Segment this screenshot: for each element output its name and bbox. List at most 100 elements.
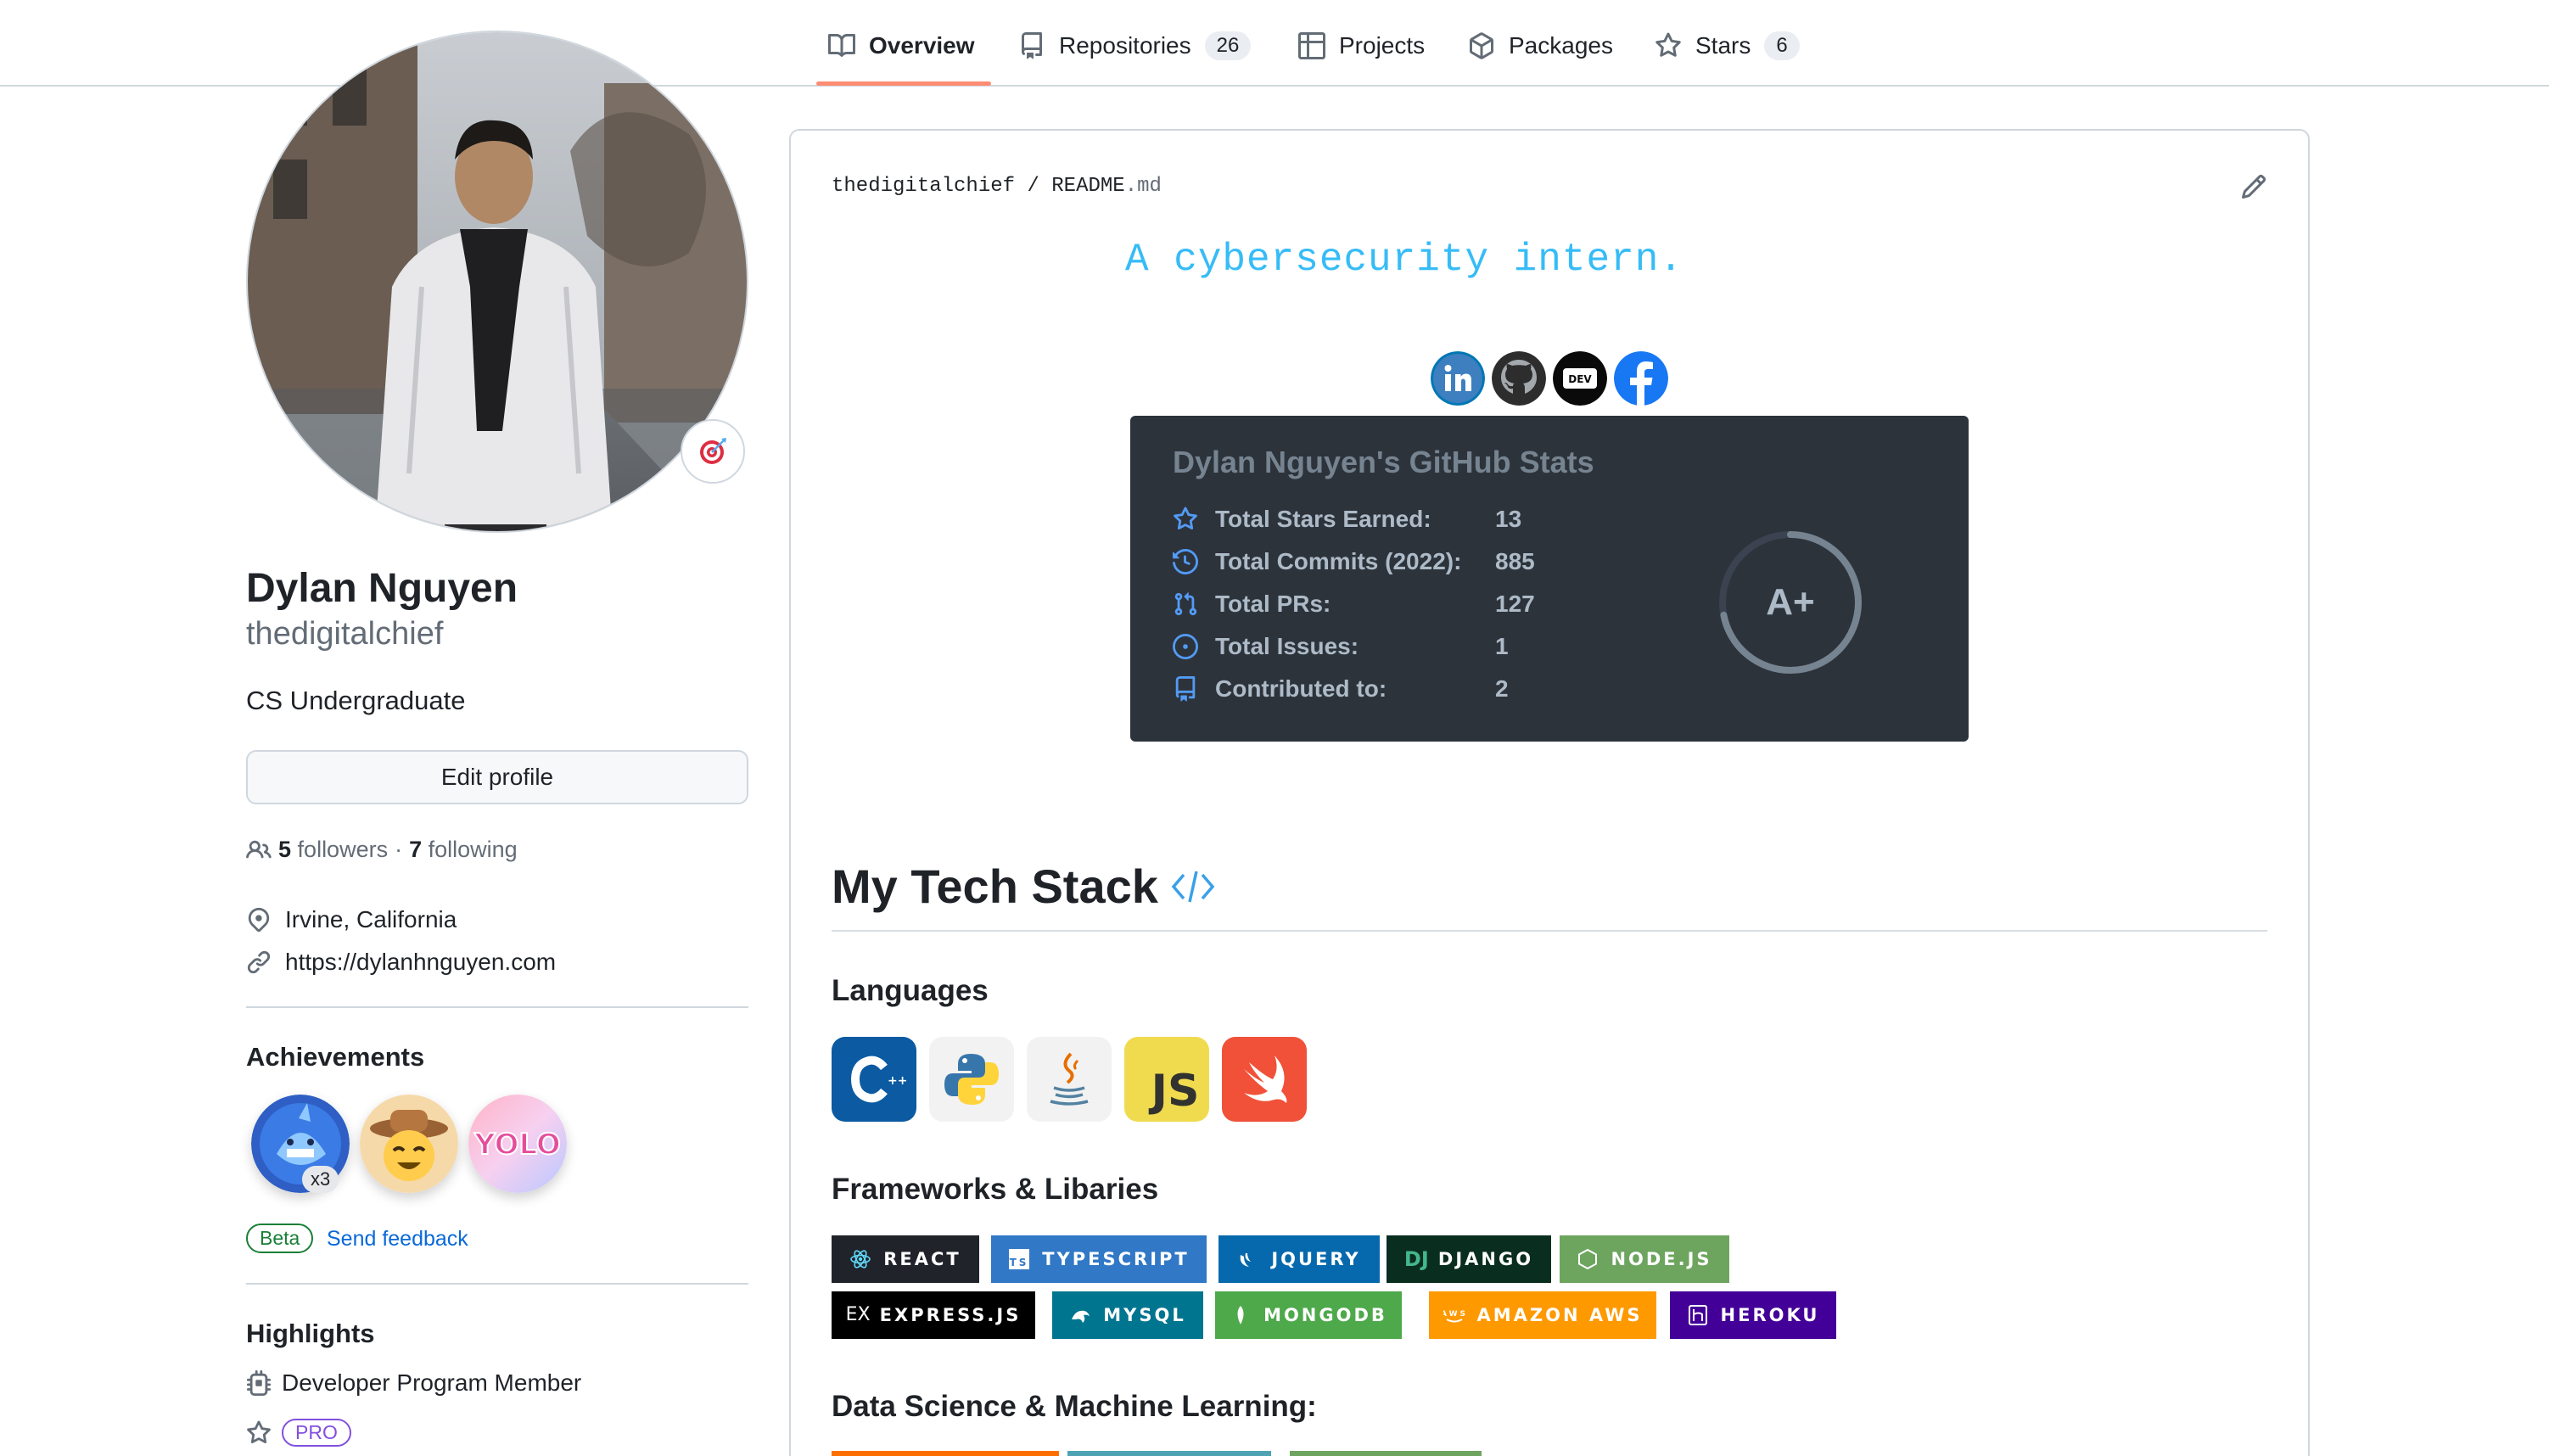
django-icon: dj bbox=[1403, 1247, 1429, 1271]
rank-circle: A+ bbox=[1719, 531, 1862, 674]
tab-stars-label: Stars bbox=[1695, 32, 1751, 59]
cowboy-badge-icon bbox=[360, 1095, 458, 1193]
facebook-icon[interactable] bbox=[1614, 351, 1668, 406]
status-emoji-button[interactable] bbox=[681, 419, 745, 484]
typing-banner: A cybersecurity intern. bbox=[1125, 238, 1683, 282]
cpu-icon bbox=[247, 1370, 271, 1396]
heroku-icon bbox=[1688, 1305, 1707, 1325]
avatar[interactable] bbox=[246, 31, 748, 533]
badge-label: REACT bbox=[883, 1249, 961, 1269]
achievements-heading[interactable]: Achievements bbox=[246, 1042, 424, 1072]
badge-label: HEROKU bbox=[1720, 1305, 1820, 1325]
stat-row-issues: Total Issues: 1 bbox=[1173, 633, 1509, 660]
data-science-badge[interactable] bbox=[1067, 1451, 1271, 1456]
tab-overview[interactable]: Overview bbox=[828, 25, 975, 66]
followers-link[interactable]: 5 followers bbox=[278, 837, 388, 863]
stat-row-commits: Total Commits (2022): 885 bbox=[1173, 548, 1535, 575]
badge-label: JQUERY bbox=[1271, 1249, 1361, 1269]
stat-label: Total Commits (2022): bbox=[1215, 548, 1462, 574]
readme-file-link[interactable]: README.md bbox=[1051, 175, 1162, 198]
following-link[interactable]: 7 following bbox=[409, 837, 518, 863]
highlight-pro: PRO bbox=[246, 1419, 351, 1447]
stat-value: 1 bbox=[1495, 633, 1509, 659]
stat-value: 13 bbox=[1495, 506, 1522, 532]
badge-label: DJANGO bbox=[1437, 1249, 1534, 1269]
send-feedback-link[interactable]: Send feedback bbox=[327, 1227, 468, 1252]
mongodb-icon bbox=[1237, 1306, 1244, 1324]
profile-username: thedigitalchief bbox=[246, 616, 444, 652]
developer-program-text: Developer Program Member bbox=[282, 1369, 582, 1396]
stat-label: Total Issues: bbox=[1215, 633, 1359, 659]
followers-count: 5 bbox=[278, 837, 292, 862]
expressjs-badge[interactable]: ex EXPRESS.JS bbox=[832, 1291, 1035, 1339]
tech-stack-heading: My Tech Stack bbox=[832, 859, 1216, 914]
readme-owner-link[interactable]: thedigitalchief bbox=[832, 175, 1015, 198]
heading-rule bbox=[832, 930, 2267, 932]
pencil-icon[interactable] bbox=[2240, 173, 2267, 200]
highlight-developer-program: Developer Program Member bbox=[246, 1369, 581, 1397]
repo-icon bbox=[1175, 676, 1196, 702]
javascript-logo[interactable]: JS bbox=[1124, 1037, 1209, 1122]
tab-packages[interactable]: Packages bbox=[1468, 25, 1613, 66]
swift-icon bbox=[1244, 1056, 1287, 1103]
follow-separator: · bbox=[395, 837, 403, 862]
java-icon bbox=[1050, 1052, 1089, 1106]
python-icon bbox=[944, 1054, 999, 1105]
sidebar-divider bbox=[246, 1283, 748, 1285]
website-link[interactable]: https://dylanhnguyen.com bbox=[285, 949, 556, 976]
edit-profile-button[interactable]: Edit profile bbox=[246, 750, 748, 804]
svg-text:++: ++ bbox=[888, 1074, 907, 1088]
achievement-badge-yolo[interactable]: YOLO bbox=[468, 1095, 567, 1193]
react-badge[interactable]: REACT bbox=[832, 1235, 979, 1283]
follow-stats: 5 followers · 7 following bbox=[246, 837, 518, 863]
data-science-badge[interactable] bbox=[1290, 1451, 1482, 1456]
tab-repositories[interactable]: Repositories 26 bbox=[1018, 25, 1252, 66]
badge-label: EXPRESS.JS bbox=[879, 1305, 1022, 1325]
typescript-badge[interactable]: TS TYPESCRIPT bbox=[991, 1235, 1207, 1283]
location-icon bbox=[248, 907, 270, 932]
frameworks-heading: Frameworks & Libaries bbox=[832, 1173, 1159, 1206]
tab-stars[interactable]: Stars 6 bbox=[1655, 25, 1800, 66]
github-icon[interactable] bbox=[1492, 351, 1546, 406]
react-icon bbox=[850, 1250, 871, 1268]
js-icon: JS bbox=[1151, 1066, 1200, 1117]
linkedin-icon[interactable] bbox=[1431, 351, 1485, 406]
cpp-logo[interactable]: ++ bbox=[832, 1037, 916, 1122]
code-icon bbox=[1171, 871, 1215, 902]
tab-packages-label: Packages bbox=[1509, 32, 1613, 59]
svg-text:DEV: DEV bbox=[1568, 373, 1592, 385]
swift-logo[interactable] bbox=[1222, 1037, 1307, 1122]
profile-fullname: Dylan Nguyen bbox=[246, 566, 518, 611]
badge-label: AMAZON AWS bbox=[1476, 1305, 1643, 1325]
rank-grade: A+ bbox=[1766, 581, 1814, 623]
stats-title: Dylan Nguyen's GitHub Stats bbox=[1173, 445, 1594, 479]
django-badge[interactable]: dj DJANGO bbox=[1387, 1235, 1551, 1283]
sidebar-divider bbox=[246, 1006, 748, 1008]
data-science-badge[interactable] bbox=[832, 1451, 1059, 1456]
stat-label: Total Stars Earned: bbox=[1215, 506, 1431, 532]
java-logo[interactable] bbox=[1027, 1037, 1112, 1122]
readme-file-ext: .md bbox=[1124, 175, 1162, 198]
star-icon bbox=[1655, 32, 1681, 57]
dev-icon[interactable]: DEV bbox=[1553, 351, 1607, 406]
repositories-counter: 26 bbox=[1204, 31, 1252, 60]
tab-projects[interactable]: Projects bbox=[1298, 25, 1425, 66]
star-icon bbox=[247, 1420, 271, 1443]
aws-badge[interactable]: aws AMAZON AWS bbox=[1429, 1291, 1656, 1339]
heroku-badge[interactable]: HEROKU bbox=[1670, 1291, 1836, 1339]
highlights-heading: Highlights bbox=[246, 1319, 375, 1348]
jquery-badge[interactable]: JQUERY bbox=[1218, 1235, 1380, 1283]
star-icon bbox=[1174, 507, 1197, 530]
mysql-badge[interactable]: MYSQL bbox=[1052, 1291, 1203, 1339]
target-emoji-icon bbox=[700, 438, 726, 464]
badge-label: TYPESCRIPT bbox=[1042, 1249, 1190, 1269]
svg-text:TS: TS bbox=[1010, 1257, 1029, 1268]
achievement-badge-yolo-cowboy[interactable] bbox=[360, 1095, 458, 1193]
history-icon bbox=[1173, 549, 1198, 574]
beta-label: Beta bbox=[246, 1224, 314, 1253]
mongodb-badge[interactable]: MONGODB bbox=[1215, 1291, 1402, 1339]
nodejs-badge[interactable]: NODE.JS bbox=[1560, 1235, 1729, 1283]
readme-file-name: README bbox=[1051, 175, 1125, 198]
data-science-heading: Data Science & Machine Learning: bbox=[832, 1390, 1317, 1423]
python-logo[interactable] bbox=[929, 1037, 1014, 1122]
